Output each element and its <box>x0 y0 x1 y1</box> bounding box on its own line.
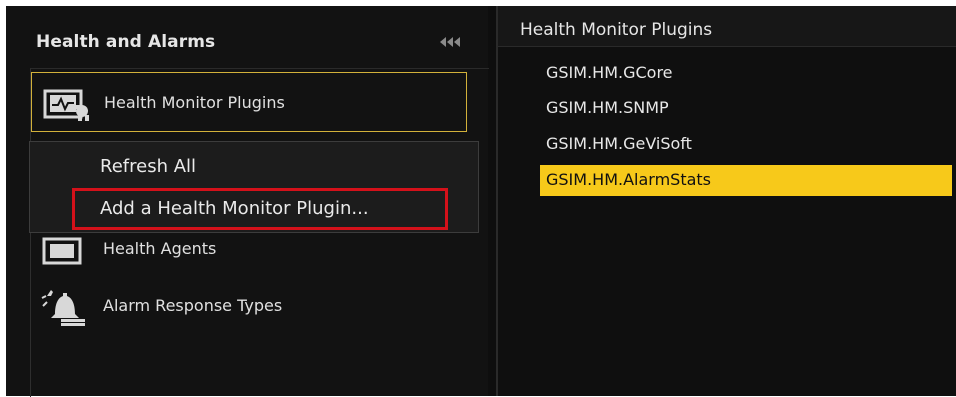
app-frame: Health and Alarms Health Monitor Plugins… <box>6 6 956 397</box>
plugin-list-item[interactable]: GSIM.HM.GCore <box>540 58 952 89</box>
plugin-label: GSIM.HM.SNMP <box>546 98 669 117</box>
health-agents-icon <box>42 237 82 265</box>
right-panel: Health Monitor Plugins GSIM.HM.GCore GSI… <box>496 6 956 396</box>
nav-item-alarm-response-types[interactable]: Alarm Response Types <box>31 276 471 334</box>
plugin-list-item-selected[interactable]: GSIM.HM.AlarmStats <box>540 165 952 196</box>
collapse-icon[interactable] <box>438 34 468 50</box>
alarm-bell-icon <box>41 290 85 326</box>
menu-item-refresh-all[interactable]: Refresh All <box>30 148 478 186</box>
plugin-list-item[interactable]: GSIM.HM.GeViSoft <box>540 129 952 160</box>
right-panel-header: Health Monitor Plugins <box>498 6 956 47</box>
left-panel-header: Health and Alarms <box>6 6 488 68</box>
nav-item-label: Health Monitor Plugins <box>104 93 285 112</box>
nav-item-health-monitor-plugins[interactable]: Health Monitor Plugins <box>31 72 467 132</box>
context-menu: Refresh All Add a Health Monitor Plugin.… <box>29 141 479 233</box>
panel-title: Health Monitor Plugins <box>520 20 713 40</box>
nav-item-label: Health Agents <box>103 239 217 258</box>
nav-item-label: Alarm Response Types <box>103 296 283 315</box>
menu-item-label: Add a Health Monitor Plugin... <box>100 198 369 219</box>
menu-item-add-health-monitor-plugin[interactable]: Add a Health Monitor Plugin... <box>72 188 448 230</box>
plugin-label: GSIM.HM.GeViSoft <box>546 134 692 153</box>
health-plugin-icon <box>43 89 89 121</box>
panel-title: Health and Alarms <box>36 32 216 52</box>
plugin-list-item[interactable]: GSIM.HM.SNMP <box>540 93 952 124</box>
plugin-label: GSIM.HM.AlarmStats <box>546 170 712 189</box>
menu-item-label: Refresh All <box>100 156 197 177</box>
left-panel: Health and Alarms Health Monitor Plugins… <box>6 6 489 397</box>
plugin-label: GSIM.HM.GCore <box>546 63 673 82</box>
